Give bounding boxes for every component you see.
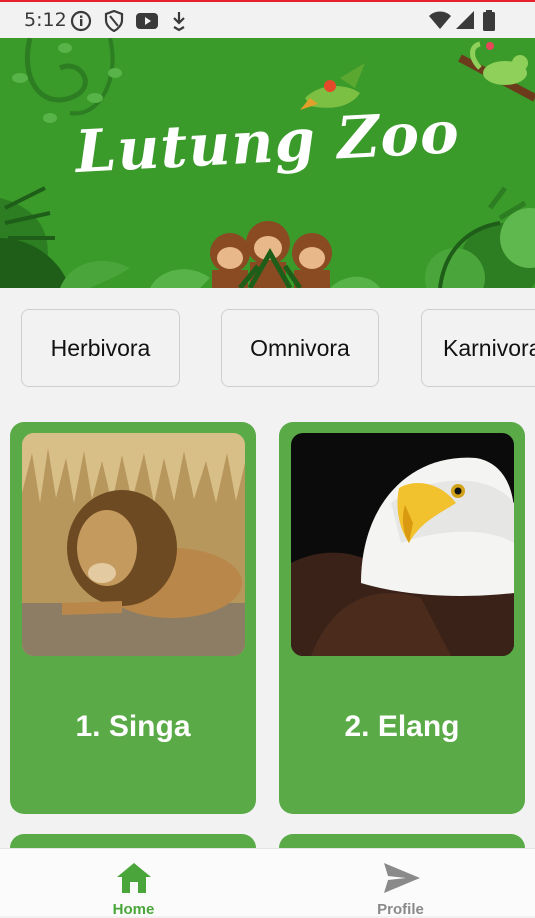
animal-name: 2. Elang [344, 710, 460, 743]
nav-home-label: Home [112, 901, 155, 918]
status-time: 5:12 [24, 9, 67, 31]
signal-icon [456, 11, 474, 29]
bottom-navigation: Home Profile [0, 848, 535, 918]
tab-label: Karnivora [443, 334, 535, 361]
battery-icon [483, 10, 495, 31]
monkey-figures [210, 221, 332, 288]
tab-herbivora[interactable]: Herbivora [21, 309, 180, 387]
lion-photo [22, 433, 245, 656]
nav-profile[interactable]: Profile [267, 849, 534, 918]
wifi-icon [429, 11, 451, 29]
tab-label: Omnivora [250, 334, 350, 361]
youtube-icon [136, 13, 158, 29]
tab-omnivora[interactable]: Omnivora [221, 309, 379, 387]
eagle-photo [291, 433, 514, 656]
tab-label: Herbivora [50, 334, 151, 361]
home-icon [117, 863, 151, 893]
status-bar: 5:12 [0, 2, 535, 38]
nav-profile-label: Profile [377, 901, 424, 918]
animal-card-singa[interactable]: 1. Singa [10, 422, 256, 814]
nav-home[interactable]: Home [0, 849, 267, 918]
zoo-banner: Lutung Zoo [0, 38, 535, 288]
animal-card-4[interactable] [279, 834, 525, 848]
category-tabs: Herbivora Omnivora Karnivora [0, 309, 535, 391]
send-icon [384, 863, 420, 893]
info-icon [70, 10, 92, 32]
download-icon [173, 12, 185, 32]
animal-grid: 1. Singa 2. Elang [0, 420, 535, 848]
animal-name: 1. Singa [75, 710, 191, 743]
shield-icon [104, 10, 124, 32]
tab-karnivora[interactable]: Karnivora [421, 309, 535, 387]
animal-card-elang[interactable]: 2. Elang [279, 422, 525, 814]
animal-card-3[interactable] [10, 834, 256, 848]
